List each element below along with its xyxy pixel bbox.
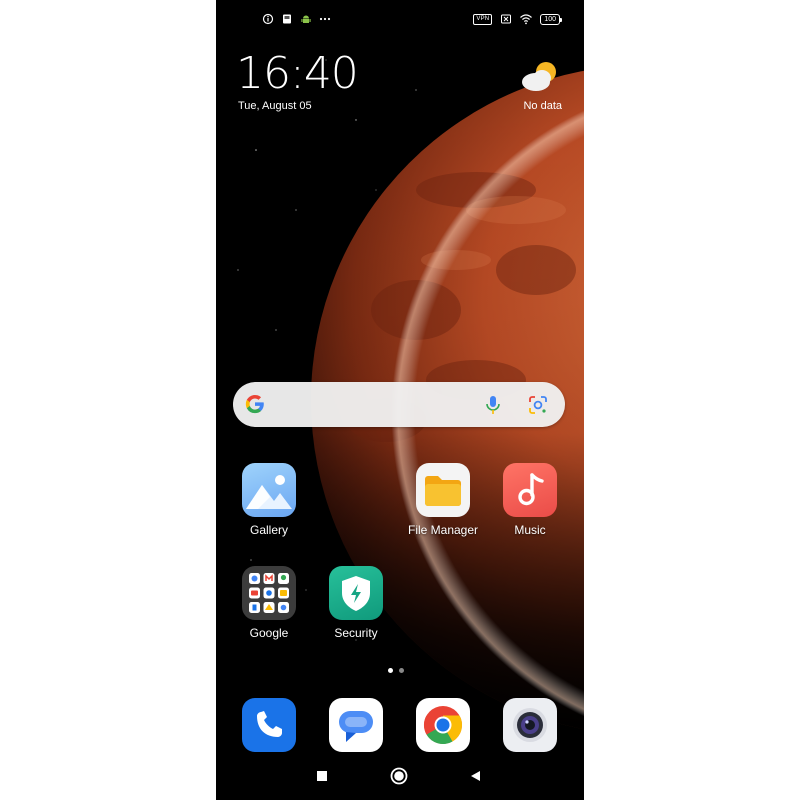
clock-date[interactable]: Tue, August 05 — [238, 100, 312, 112]
home-circle-icon[interactable] — [390, 767, 408, 785]
navigation-bar — [317, 767, 480, 785]
recents-square-icon[interactable] — [317, 771, 327, 781]
dock-camera[interactable] — [490, 698, 570, 752]
partly-cloudy-icon[interactable] — [518, 58, 562, 94]
phone-icon — [242, 698, 296, 752]
dock-messages[interactable] — [316, 698, 396, 752]
weather-text[interactable]: No data — [523, 100, 562, 112]
app-label: Gallery — [249, 523, 288, 537]
sim-off-icon — [501, 14, 512, 24]
app-google-folder[interactable]: Google — [229, 566, 309, 640]
google-folder-icon — [242, 566, 296, 620]
wifi-icon — [520, 14, 533, 25]
gallery-icon — [242, 463, 296, 517]
page-dot — [399, 668, 404, 673]
camera-icon — [503, 698, 557, 752]
app-file-manager[interactable]: File Manager — [403, 463, 483, 537]
google-search-bar[interactable] — [233, 382, 565, 427]
app-music[interactable]: Music — [490, 463, 570, 537]
app-label: Security — [334, 626, 378, 640]
app-label: Google — [249, 626, 289, 640]
page-dot-active — [388, 668, 393, 673]
music-note-icon — [503, 463, 557, 517]
battery-icon: 100 — [540, 13, 562, 25]
mic-icon[interactable] — [483, 394, 503, 416]
app-security[interactable]: Security — [316, 566, 396, 640]
messages-icon — [329, 698, 383, 752]
phone-screen: VPN 100 16:40 Tue, August 05 No data Gal… — [216, 0, 584, 800]
dock-chrome[interactable] — [403, 698, 483, 752]
dock-phone[interactable] — [229, 698, 309, 752]
app-label: Music — [514, 523, 546, 537]
more-dots-icon — [319, 17, 331, 21]
screenshot-icon — [283, 14, 291, 24]
app-gallery[interactable]: Gallery — [229, 463, 309, 537]
android-icon — [301, 15, 311, 23]
clock-time[interactable]: 16:40 — [236, 48, 359, 99]
info-icon — [262, 13, 274, 25]
vpn-icon: VPN — [473, 13, 493, 25]
back-triangle-icon[interactable] — [471, 771, 480, 781]
google-g-icon — [245, 394, 264, 414]
app-label: File Manager — [407, 523, 479, 537]
page-indicator — [388, 668, 404, 673]
chrome-icon — [416, 698, 470, 752]
folder-icon — [416, 463, 470, 517]
shield-bolt-icon — [329, 566, 383, 620]
status-bar: VPN 100 — [216, 0, 584, 40]
lens-icon[interactable] — [527, 394, 549, 416]
